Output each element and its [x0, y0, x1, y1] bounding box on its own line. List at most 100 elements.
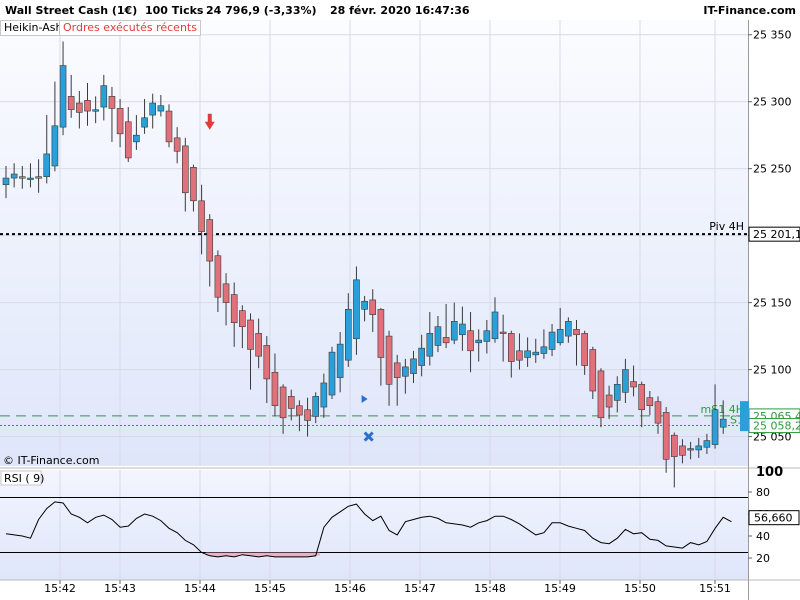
candle-body	[353, 279, 360, 340]
rsi-tick-label: 20	[756, 552, 770, 565]
rsi-tick-label: 100	[756, 465, 783, 480]
candle-body	[344, 308, 352, 361]
candle-body	[214, 255, 222, 298]
candle-body	[679, 445, 686, 456]
candle-body	[532, 351, 540, 356]
candle-body	[695, 445, 703, 451]
candle-body	[2, 177, 10, 186]
candle-body	[18, 176, 26, 179]
s1-badge: 25 058,2	[753, 420, 800, 433]
candle-body	[173, 137, 181, 152]
candle-body	[287, 396, 295, 409]
rsi-value-badge: 56,660	[754, 512, 793, 525]
datetime-label: 28 févr. 2020 16:47:36	[330, 4, 470, 17]
candle-body	[573, 329, 580, 336]
candle-body	[719, 418, 727, 428]
candle-body	[108, 96, 116, 109]
candle-body	[206, 219, 214, 262]
chart-header: Wall Street Cash (1€) 100 Ticks 24 796,9…	[0, 0, 800, 21]
pivot-badge: 25 201,1	[753, 228, 800, 241]
price-tick-label: 25 350	[753, 29, 792, 42]
time-tick-label: 15:47	[404, 582, 436, 595]
rsi-tick-label: 40	[756, 530, 770, 543]
candle-body	[475, 339, 483, 344]
candle-body	[540, 346, 548, 354]
candle-body	[418, 347, 425, 366]
candle-body	[84, 100, 91, 112]
candle-body	[182, 145, 189, 194]
candle-body	[230, 294, 238, 323]
candle-body	[524, 350, 531, 358]
brand-label: IT-Finance.com	[703, 4, 796, 17]
candle-body	[116, 108, 124, 135]
price-tick-label: 25 300	[753, 96, 792, 109]
candle-body	[279, 386, 287, 419]
candle-body	[459, 323, 466, 336]
candle-body	[483, 330, 491, 342]
candle-body	[59, 65, 67, 128]
candle-body	[10, 173, 18, 179]
candle-body	[565, 321, 572, 337]
candle-body	[491, 311, 499, 340]
candle-body	[239, 310, 246, 328]
price-panel-bg	[0, 20, 748, 466]
candle-body	[402, 366, 409, 377]
chart-window: Wall Street Cash (1€) 100 Ticks 24 796,9…	[0, 0, 800, 600]
candle-body	[377, 308, 385, 358]
candle-body	[589, 349, 597, 392]
candle-body	[336, 343, 344, 378]
candle-body	[141, 117, 148, 128]
candle-body	[670, 434, 678, 457]
quote-label: 24 796,9 (-3,33%)	[206, 4, 317, 17]
candle-body	[198, 200, 205, 232]
watermark: © IT-Finance.com	[3, 454, 100, 467]
candle-body	[687, 448, 694, 451]
candle-body	[581, 333, 588, 366]
candle-body	[605, 394, 613, 408]
candle-body	[369, 299, 377, 315]
candle-body	[467, 330, 474, 352]
candle-body	[100, 85, 108, 108]
candle-body	[67, 96, 75, 111]
chart-canvas[interactable]: Piv 4HmS1 4HS1 RSI ( 9) 25 05025 10025 1…	[0, 20, 800, 600]
executed-orders-tag[interactable]: Ordres exécutés récents	[59, 20, 201, 36]
time-tick-label: 15:50	[624, 582, 656, 595]
candle-body	[654, 401, 662, 424]
candle-body	[638, 384, 646, 411]
time-tick-label: 15:43	[104, 582, 136, 595]
candle-body	[35, 176, 42, 179]
time-tick-label: 15:51	[699, 582, 731, 595]
time-tick-label: 15:46	[334, 582, 366, 595]
candle-body	[507, 333, 515, 362]
candle-body	[157, 105, 165, 112]
candle-body	[426, 333, 434, 357]
candle-body	[76, 102, 83, 113]
rsi-panel-bg	[0, 470, 748, 580]
pivot-label: Piv 4H	[709, 220, 744, 233]
price-tick-label: 25 150	[753, 297, 792, 310]
candle-body	[410, 358, 417, 374]
last-price-marker	[740, 401, 749, 432]
time-tick-label: 15:48	[474, 582, 506, 595]
interval-label[interactable]: 100 Ticks	[145, 4, 203, 17]
candle-body	[51, 125, 59, 167]
candle-body	[450, 321, 458, 341]
candle-body	[434, 326, 442, 346]
candle-body	[247, 319, 254, 350]
candle-body	[662, 412, 670, 460]
candle-body	[296, 405, 303, 416]
candle-body	[548, 331, 556, 350]
time-tick-label: 15:44	[184, 582, 216, 595]
candle-body	[263, 345, 271, 380]
candle-body	[711, 409, 719, 445]
candle-body	[613, 384, 621, 401]
candle-body	[149, 102, 156, 116]
rsi-tick-label: 80	[756, 486, 770, 499]
instrument-name: Wall Street Cash (1€)	[5, 4, 138, 17]
candle-body	[124, 121, 132, 159]
candle-body	[255, 333, 262, 357]
time-tick-label: 15:49	[544, 582, 576, 595]
candle-body	[304, 409, 311, 421]
candle-body	[43, 153, 51, 178]
candle-body	[27, 177, 34, 180]
